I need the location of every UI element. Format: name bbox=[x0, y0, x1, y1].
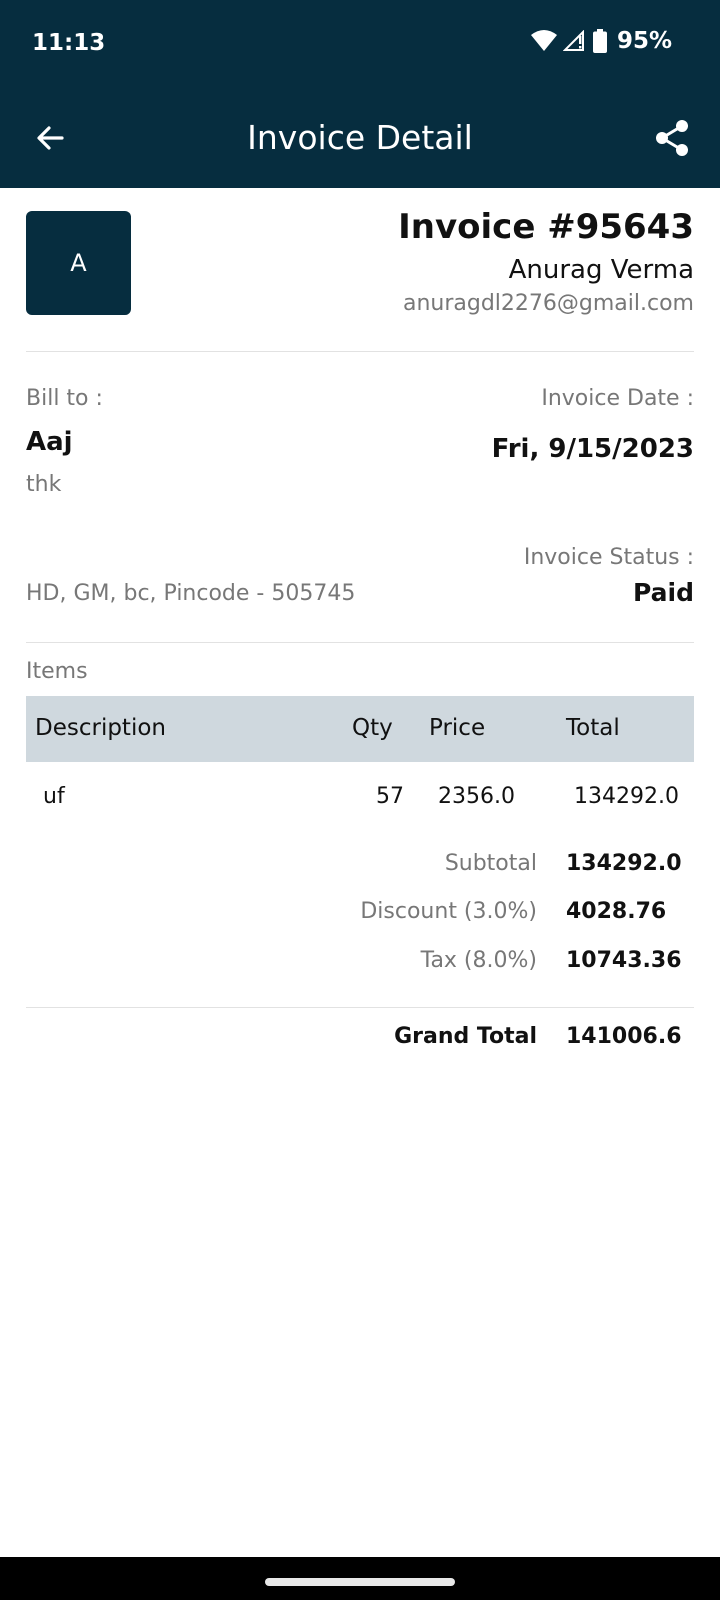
column-header-price: Price bbox=[429, 715, 486, 741]
wifi-icon bbox=[530, 30, 557, 51]
avatar-initial: A bbox=[70, 249, 87, 277]
share-button[interactable] bbox=[650, 116, 694, 160]
discount-label: Discount (3.0%) bbox=[360, 899, 537, 924]
tax-value: 10743.36 bbox=[566, 948, 682, 973]
page-title: Invoice Detail bbox=[247, 118, 473, 157]
battery-icon bbox=[592, 29, 607, 53]
invoice-number: Invoice #95643 bbox=[398, 207, 694, 247]
items-label: Items bbox=[26, 659, 88, 684]
invoice-status-label: Invoice Status : bbox=[523, 545, 694, 570]
invoice-date-value: Fri, 9/15/2023 bbox=[491, 434, 694, 464]
table-row: uf 57 2356.0 134292.0 bbox=[26, 762, 694, 828]
signal-icon bbox=[562, 30, 584, 51]
avatar: A bbox=[26, 211, 131, 315]
column-header-total: Total bbox=[566, 715, 620, 741]
share-icon bbox=[656, 120, 688, 156]
invoice-date-label: Invoice Date : bbox=[541, 386, 694, 411]
discount-value: 4028.76 bbox=[566, 899, 667, 924]
grand-total-value: 141006.6 bbox=[566, 1024, 682, 1049]
bill-to-name: Aaj bbox=[26, 427, 73, 457]
column-header-qty: Qty bbox=[352, 715, 393, 741]
divider bbox=[26, 351, 694, 352]
sender-name: Anurag Verma bbox=[508, 255, 694, 285]
item-description: uf bbox=[43, 784, 65, 809]
status-bar: 11:13 95% bbox=[0, 0, 720, 92]
grand-total-label: Grand Total bbox=[394, 1024, 537, 1049]
tax-label: Tax (8.0%) bbox=[420, 948, 537, 973]
item-price: 2356.0 bbox=[438, 784, 515, 809]
divider bbox=[26, 642, 694, 643]
subtotal-value: 134292.0 bbox=[566, 851, 682, 876]
status-time: 11:13 bbox=[32, 30, 106, 56]
divider bbox=[26, 1007, 694, 1008]
column-header-description: Description bbox=[35, 715, 166, 741]
battery-percent: 95% bbox=[616, 28, 672, 54]
status-icons: 95% bbox=[530, 28, 672, 54]
bill-to-address: HD, GM, bc, Pincode - 505745 bbox=[26, 581, 356, 606]
invoice-status-value: Paid bbox=[633, 578, 694, 607]
subtotal-label: Subtotal bbox=[444, 851, 537, 876]
bill-to-label: Bill to : bbox=[26, 386, 103, 411]
items-table-header: Description Qty Price Total bbox=[26, 696, 694, 762]
item-qty: 57 bbox=[376, 784, 404, 809]
app-bar: Invoice Detail bbox=[0, 92, 720, 188]
home-gesture-handle[interactable] bbox=[265, 1578, 455, 1586]
bill-to-subline: thk bbox=[26, 472, 62, 497]
sender-email: anuragdl2276@gmail.com bbox=[402, 291, 694, 316]
item-total: 134292.0 bbox=[574, 784, 679, 809]
